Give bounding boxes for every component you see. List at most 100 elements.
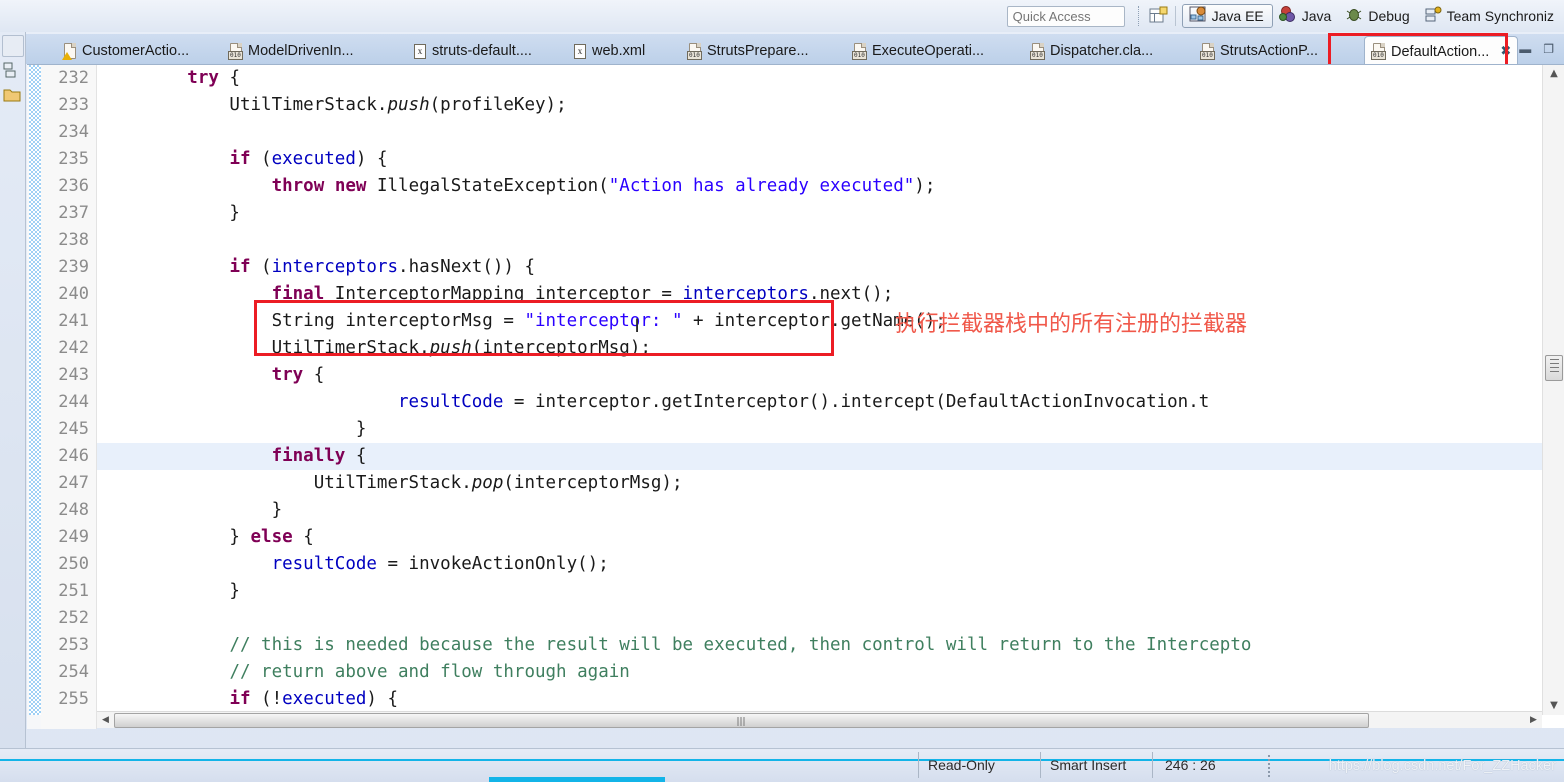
line-number: 249 (58, 527, 89, 547)
java-perspective-icon (1278, 6, 1298, 26)
code-line[interactable]: } (97, 578, 1542, 605)
status-resize-grip[interactable] (1268, 755, 1271, 777)
class-file-icon: 010 (228, 42, 243, 60)
code-line[interactable]: if (executed) { (97, 146, 1542, 173)
status-divider (1152, 752, 1153, 778)
code-line[interactable]: } (97, 497, 1542, 524)
scroll-left-icon[interactable]: ◀ (97, 713, 114, 728)
editor-tab-8[interactable]: 010 DefaultAction... ✖ (1364, 36, 1519, 66)
minimize-view-icon[interactable]: ▬ (1519, 42, 1531, 56)
code-line[interactable]: // this is needed because the result wil… (97, 632, 1542, 659)
perspective-team-sync[interactable]: Team Synchroniz (1418, 4, 1562, 28)
code-line[interactable]: UtilTimerStack.push(profileKey); (97, 92, 1542, 119)
xml-file-icon: x (572, 43, 587, 60)
editor-tab-label: Dispatcher.cla... (1050, 43, 1154, 59)
editor-tab-6[interactable]: 010 Dispatcher.cla... (1024, 38, 1159, 64)
line-number: 246 (58, 446, 89, 466)
changed-lines-indicator (29, 65, 41, 715)
editor-tab-4[interactable]: 010 StrutsPrepare... (681, 38, 815, 64)
code-line[interactable]: resultCode = interceptor.getInterceptor(… (97, 389, 1542, 416)
horizontal-scrollbar-thumb[interactable] (114, 712, 1369, 728)
code-line[interactable]: } (97, 200, 1542, 227)
horizontal-scrollbar[interactable]: ◀ ▶ (97, 711, 1542, 728)
code-line[interactable] (97, 605, 1542, 632)
line-number: 239 (58, 257, 89, 277)
quick-access-input[interactable] (1006, 5, 1125, 27)
line-number: 240 (58, 284, 89, 304)
scroll-down-icon[interactable]: ▼ (1543, 697, 1564, 715)
status-cursor-position: 246 : 26 (1165, 757, 1216, 773)
line-number: 244 (58, 392, 89, 412)
code-line[interactable]: resultCode = invokeActionOnly(); (97, 551, 1542, 578)
editor-tab-label: ModelDrivenIn... (248, 43, 354, 59)
editor-tab-label: StrutsActionP... (1220, 43, 1319, 59)
java-file-warning-icon (62, 42, 77, 60)
class-file-icon: 010 (687, 42, 702, 60)
code-line[interactable]: } else { (97, 524, 1542, 551)
class-file-icon: 010 (1200, 42, 1215, 60)
maximize-view-icon[interactable]: ❐ (1543, 42, 1554, 56)
status-bar: Read-Only Smart Insert 246 : 26 https://… (0, 748, 1564, 782)
editor-tab-0[interactable]: CustomerActio... (56, 38, 195, 64)
perspective-team-sync-label: Team Synchroniz (1446, 8, 1554, 24)
java-ee-perspective-icon (1189, 6, 1208, 26)
code-line[interactable]: // return above and flow through again (97, 659, 1542, 686)
line-number: 250 (58, 554, 89, 574)
code-line[interactable]: final InterceptorMapping interceptor = i… (97, 281, 1542, 308)
perspective-java[interactable]: Java (1273, 4, 1340, 28)
line-number: 242 (58, 338, 89, 358)
scroll-up-icon[interactable]: ▲ (1543, 65, 1564, 83)
editor-tab-label: ExecuteOperati... (872, 43, 985, 59)
debug-perspective-icon (1345, 6, 1364, 26)
scrollbar-grip-icon (737, 716, 746, 726)
code-line[interactable]: try { (97, 65, 1542, 92)
perspective-java-label: Java (1301, 8, 1332, 24)
line-number: 236 (58, 176, 89, 196)
class-file-icon: 010 (852, 42, 867, 60)
code-line[interactable]: } (97, 416, 1542, 443)
vertical-scrollbar[interactable]: ▲ ▼ (1542, 65, 1564, 715)
package-explorer-icon[interactable] (2, 60, 24, 82)
code-line[interactable]: throw new IllegalStateException("Action … (97, 173, 1542, 200)
code-text-area[interactable]: try { UtilTimerStack.push(profileKey); i… (97, 65, 1542, 715)
class-file-icon: 010 (1371, 43, 1386, 60)
java-source-editor: 232 233 234 235 236 237 238 239 240 241 242 243 244 2… (27, 64, 1564, 729)
new-wizard-icon[interactable] (1147, 6, 1169, 26)
text-cursor-icon: I (634, 315, 640, 337)
perspective-java-ee[interactable]: Java EE (1181, 4, 1273, 28)
line-number: 241 (58, 311, 89, 331)
line-number: 233 (58, 95, 89, 115)
annotation-note: 执行拦截器栈中的所有注册的拦截器 (895, 312, 1248, 337)
editor-tab-label: web.xml (592, 43, 646, 59)
code-line[interactable]: try { (97, 362, 1542, 389)
vertical-scrollbar-thumb[interactable] (1545, 355, 1563, 381)
toolbar-divider (1174, 6, 1176, 26)
editor-tab-7[interactable]: 010 StrutsActionP... (1194, 38, 1324, 64)
code-line[interactable]: if (interceptors.hasNext()) { (97, 254, 1542, 281)
code-line[interactable]: finally { (97, 443, 1542, 470)
team-sync-perspective-icon (1424, 6, 1443, 26)
editor-tab-1[interactable]: 010 ModelDrivenIn... (222, 38, 360, 64)
code-line[interactable]: if (!executed) { (97, 686, 1542, 713)
line-number: 234 (58, 122, 89, 142)
perspective-java-ee-label: Java EE (1211, 8, 1264, 24)
status-read-only: Read-Only (928, 757, 995, 773)
perspective-debug[interactable]: Debug (1339, 4, 1417, 28)
editor-tab-3[interactable]: x web.xml (566, 38, 651, 64)
close-tab-icon[interactable]: ✖ (1500, 44, 1511, 59)
code-line[interactable]: UtilTimerStack.push(interceptorMsg); (97, 335, 1542, 362)
xml-file-icon: x (412, 43, 427, 60)
status-divider (1040, 752, 1041, 778)
restore-view-icon[interactable] (1, 35, 24, 57)
code-line[interactable] (97, 227, 1542, 254)
class-file-icon: 010 (1030, 42, 1045, 60)
project-explorer-icon[interactable] (2, 85, 24, 107)
annotation-marker-bar[interactable] (27, 65, 41, 729)
editor-tab-label: CustomerActio... (82, 43, 190, 59)
code-line[interactable]: String interceptorMsg = "interceptor: " … (97, 308, 1542, 335)
code-line[interactable] (97, 119, 1542, 146)
scroll-right-icon[interactable]: ▶ (1525, 713, 1542, 728)
editor-tab-5[interactable]: 010 ExecuteOperati... (846, 38, 990, 64)
code-line[interactable]: UtilTimerStack.pop(interceptorMsg); (97, 470, 1542, 497)
editor-tab-2[interactable]: x struts-default.... (406, 38, 538, 64)
